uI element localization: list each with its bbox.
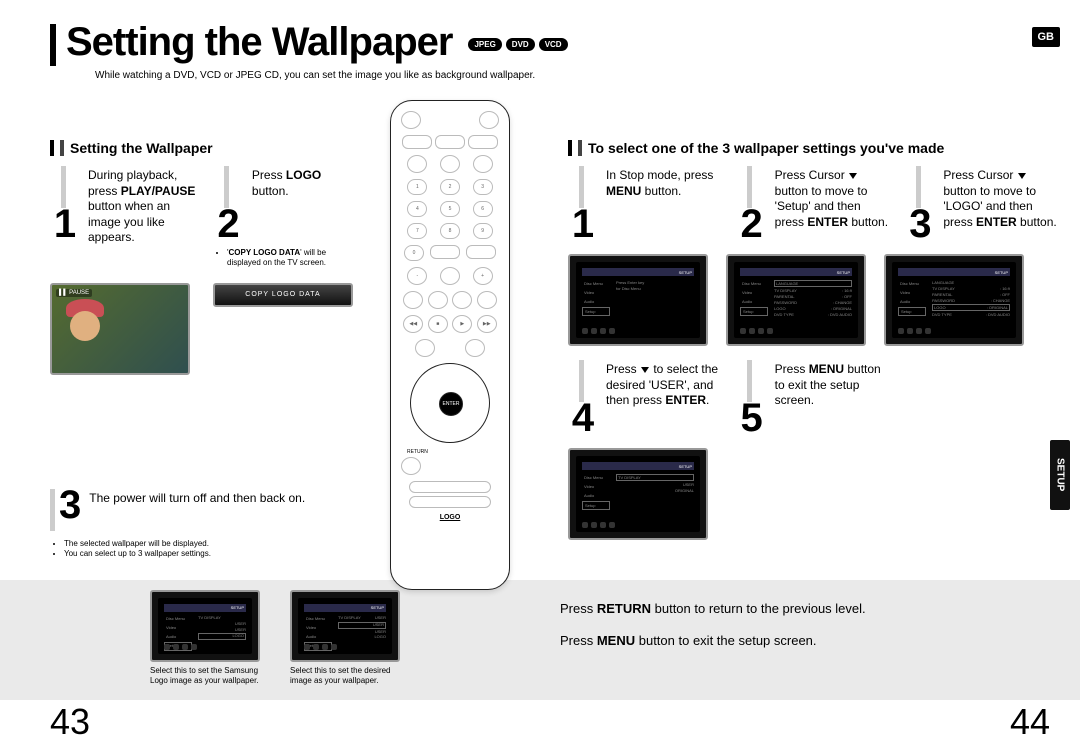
r-step5-text: Press MENU button to exit the setup scre… — [775, 360, 890, 409]
r-step4-text: Press to select the desired 'USER', and … — [606, 360, 721, 409]
title-accent-bar — [50, 24, 56, 66]
remote-btn: ■ — [428, 315, 448, 333]
remote-btn — [465, 339, 485, 357]
remote-btn — [473, 155, 493, 173]
step-number: 3 — [905, 166, 935, 240]
tv-photo-preview: ▌▌ PAUSE — [50, 283, 190, 375]
remote-btn: ◀◀ — [403, 315, 423, 333]
step-number: 3 — [50, 489, 81, 531]
remote-btn: 6 — [473, 201, 493, 217]
step3-notes: The selected wallpaper will be displayed… — [50, 539, 360, 560]
remote-enter-button: ENTER — [439, 392, 463, 416]
remote-btn — [468, 135, 498, 149]
tv-screen-setup: SETUP Disc Menu Video Audio Setup LANGUA… — [726, 254, 866, 346]
remote-btn — [402, 135, 432, 149]
remote-btn — [479, 111, 499, 129]
region-badge: GB — [1032, 27, 1061, 47]
step-number: 5 — [737, 360, 767, 434]
page-title: Setting the Wallpaper — [66, 20, 452, 65]
cursor-down-icon — [1018, 173, 1026, 179]
pill-vcd: VCD — [539, 38, 568, 51]
step3-text: The power will turn off and then back on… — [89, 489, 305, 507]
bottom-note-2: Press MENU button to exit the setup scre… — [560, 632, 1030, 650]
remote-dpad: ENTER — [410, 363, 490, 443]
remote-btn: ▶▶ — [477, 315, 497, 333]
cursor-down-icon — [849, 173, 857, 179]
right-column: To select one of the 3 wallpaper setting… — [568, 140, 1058, 554]
setup-side-tab: SETUP — [1050, 440, 1070, 510]
remote-btn — [466, 245, 496, 259]
bottom-caption-2: Select this to set the desired image as … — [290, 666, 410, 685]
pause-icon: ▌▌ PAUSE — [56, 289, 92, 297]
remote-btn: 1 — [407, 179, 427, 195]
cursor-down-icon — [641, 367, 649, 373]
remote-btn — [409, 481, 491, 493]
r-step2-text: Press Cursor button to move to 'Setup' a… — [775, 166, 890, 230]
step-number: 1 — [50, 166, 80, 240]
tv-screen-user-select: SETUP Disc Menu Video Audio Setup TV DIS… — [568, 448, 708, 540]
right-heading: To select one of the 3 wallpaper setting… — [568, 140, 1058, 156]
remote-btn — [435, 135, 465, 149]
heading-bar — [50, 140, 54, 156]
remote-btn — [440, 267, 460, 285]
remote-btn: 9 — [473, 223, 493, 239]
remote-btn: 0 — [404, 245, 424, 261]
page-number-right: 44 — [1010, 701, 1050, 743]
remote-btn: + — [473, 267, 493, 285]
remote-btn — [477, 291, 497, 309]
step-number: 1 — [568, 166, 598, 240]
remote-btn — [440, 155, 460, 173]
pill-dvd: DVD — [506, 38, 535, 51]
remote-control-illustration: 123 456 789 0 -+ ◀◀■▶▶▶ ENTER RETURN LOG… — [390, 100, 510, 590]
step-number: 2 — [737, 166, 767, 240]
tv-copy-logo-banner: COPY LOGO DATA — [213, 283, 353, 307]
remote-logo-label: LOGO — [401, 514, 499, 521]
bottom-caption-1: Select this to set the Samsung Logo imag… — [150, 666, 270, 685]
remote-btn — [407, 155, 427, 173]
remote-btn — [403, 291, 423, 309]
remote-btn — [430, 245, 460, 259]
remote-btn: 3 — [473, 179, 493, 195]
tv-screen-setup-logo: SETUP Disc Menu Video Audio Setup LANGUA… — [884, 254, 1024, 346]
step2-text: Press LOGO button. — [252, 166, 360, 199]
remote-btn — [409, 496, 491, 508]
remote-btn: 7 — [407, 223, 427, 239]
step2-note: 'COPY LOGO DATA' will be displayed on th… — [213, 248, 360, 269]
r-step1-text: In Stop mode, press MENU button. — [606, 166, 721, 199]
heading-text: To select one of the 3 wallpaper setting… — [588, 140, 944, 156]
remote-return-label: RETURN — [401, 449, 499, 455]
remote-btn — [401, 457, 421, 475]
page-subtitle: While watching a DVD, VCD or JPEG CD, yo… — [95, 70, 535, 81]
page-number-left: 43 — [50, 701, 90, 743]
pill-jpeg: JPEG — [468, 38, 501, 51]
remote-btn: 2 — [440, 179, 460, 195]
remote-btn — [452, 291, 472, 309]
remote-btn: 8 — [440, 223, 460, 239]
page-title-group: Setting the Wallpaper JPEG DVD VCD — [50, 20, 568, 66]
heading-text: Setting the Wallpaper — [70, 140, 213, 156]
tv-screen-bottom-user: SETUP Disc Menu Video Audio Setup TV DIS… — [290, 590, 400, 662]
r-step3-text: Press Cursor button to move to 'LOGO' an… — [943, 166, 1058, 230]
remote-btn: 5 — [440, 201, 460, 217]
remote-btn — [415, 339, 435, 357]
step1-text: During playback, press PLAY/PAUSE button… — [88, 166, 197, 246]
tv-screen-bottom-logo: SETUP Disc Menu Video Audio Setup TV DIS… — [150, 590, 260, 662]
remote-btn: - — [407, 267, 427, 285]
heading-bar — [60, 140, 64, 156]
tv-screen-menu: SETUP Disc Menu Video Audio Setup Press … — [568, 254, 708, 346]
left-heading: Setting the Wallpaper — [50, 140, 360, 156]
remote-btn — [428, 291, 448, 309]
bottom-content: SETUP Disc Menu Video Audio Setup TV DIS… — [150, 590, 1030, 685]
left-column: Setting the Wallpaper 1 During playback,… — [50, 140, 360, 568]
step-number: 4 — [568, 360, 598, 434]
step-number: 2 — [213, 166, 244, 240]
remote-btn: ▶ — [452, 315, 472, 333]
format-pills: JPEG DVD VCD — [468, 38, 567, 51]
bottom-note-1: Press RETURN button to return to the pre… — [560, 600, 1030, 618]
heading-bar — [568, 140, 572, 156]
remote-btn — [401, 111, 421, 129]
heading-bar — [578, 140, 582, 156]
remote-btn: 4 — [407, 201, 427, 217]
